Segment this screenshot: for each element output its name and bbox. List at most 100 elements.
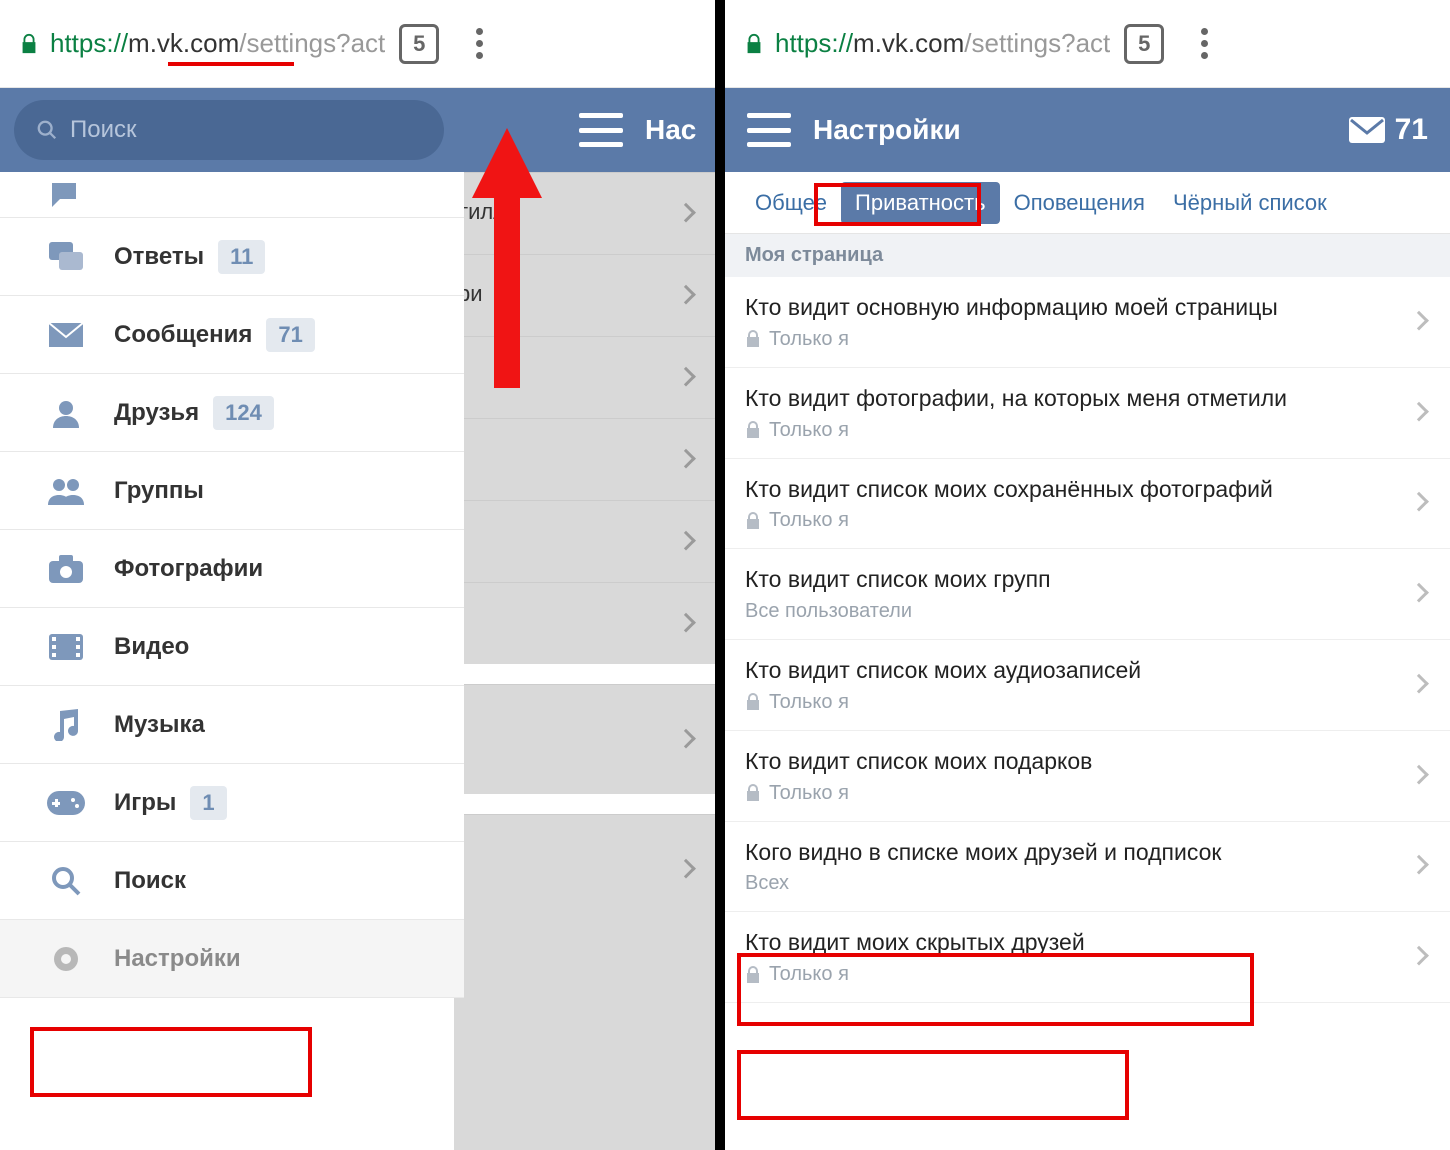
page-title-cut: Нас <box>645 114 715 146</box>
sidebar-item-search[interactable]: Поиск <box>0 842 464 920</box>
tab-general[interactable]: Общее <box>741 182 841 224</box>
sidebar-item-photos[interactable]: Фотографии <box>0 530 464 608</box>
privacy-item-title: Кого видно в списке моих друзей и подпис… <box>745 838 1390 867</box>
privacy-item[interactable]: Кто видит список моих аудиозаписей Только… <box>725 640 1450 731</box>
tab-count-button[interactable]: 5 <box>399 24 439 64</box>
privacy-item-title: Кто видит фотографии, на которых меня от… <box>745 384 1390 413</box>
sidebar-item-label: Настройки <box>114 945 241 973</box>
privacy-item[interactable]: Кто видит моих скрытых друзейТолько я <box>725 912 1450 1003</box>
privacy-item[interactable]: Кто видит основную информацию моей стран… <box>725 277 1450 368</box>
privacy-item[interactable]: Кто видит список моих подарков Только я <box>725 731 1450 822</box>
annotation-underline <box>168 62 294 66</box>
sidebar-item-label: Друзья <box>114 399 199 427</box>
message-counter[interactable]: 71 <box>1349 113 1428 147</box>
browser-menu-icon[interactable] <box>1184 28 1224 59</box>
chevron-right-icon <box>1409 855 1429 875</box>
menu-icon[interactable] <box>579 113 623 147</box>
sidebar-item-label: Ответы <box>114 243 204 271</box>
bg-row[interactable] <box>454 582 715 664</box>
privacy-list: Кто видит основную информацию моей стран… <box>725 277 1450 1003</box>
privacy-item-value: Только я <box>745 328 1390 351</box>
gamepad-icon <box>46 791 86 815</box>
browser-menu-icon[interactable] <box>459 28 499 59</box>
bg-row[interactable] <box>454 814 715 924</box>
sidebar-item-video[interactable]: Видео <box>0 608 464 686</box>
chevron-right-icon <box>1409 492 1429 512</box>
privacy-item-title: Кто видит список моих подарков <box>745 747 1390 776</box>
privacy-item[interactable]: Кого видно в списке моих друзей и подпис… <box>725 822 1450 913</box>
url-text[interactable]: https://m.vk.com/settings?act <box>50 28 385 59</box>
privacy-item-value: Всех <box>745 872 1390 895</box>
privacy-item-value: Только я <box>745 691 1390 714</box>
sidebar-item-replies[interactable]: Ответы 11 <box>0 218 464 296</box>
privacy-item[interactable]: Кто видит список моих сохранённых фотогр… <box>725 459 1450 550</box>
chevron-right-icon <box>1409 764 1429 784</box>
search-icon <box>36 119 58 141</box>
sidebar-item-label: Сообщения <box>114 321 252 349</box>
privacy-item[interactable]: Кто видит список моих группВсе пользоват… <box>725 549 1450 640</box>
chevron-right-icon <box>1409 401 1429 421</box>
count-badge: 1 <box>190 786 226 820</box>
sidebar-item-music[interactable]: Музыка <box>0 686 464 764</box>
menu-icon[interactable] <box>747 113 791 147</box>
vk-header: Настройки 71 <box>725 88 1450 172</box>
privacy-item-title: Кто видит основную информацию моей стран… <box>745 293 1390 322</box>
gear-icon <box>46 944 86 974</box>
bg-row[interactable] <box>454 684 715 794</box>
vk-header: Поиск Нас <box>0 88 715 172</box>
lock-icon <box>745 512 761 530</box>
sidebar-item-groups[interactable]: Группы <box>0 452 464 530</box>
lock-icon <box>745 784 761 802</box>
lock-icon <box>745 966 761 984</box>
bg-row[interactable] <box>454 500 715 582</box>
browser-addressbar: https://m.vk.com/settings?act 5 <box>0 0 715 88</box>
replies-icon <box>46 242 86 272</box>
chevron-right-icon <box>1409 674 1429 694</box>
sidebar-menu: Ответы 11 Сообщения 71 Друзья 124 Группы <box>0 172 464 998</box>
tab-count-button[interactable]: 5 <box>1124 24 1164 64</box>
tab-notifications[interactable]: Оповещения <box>1000 182 1159 224</box>
bg-row[interactable] <box>454 336 715 418</box>
privacy-item-value: Только я <box>745 419 1390 442</box>
sidebar-item-label: Игры <box>114 789 176 817</box>
sidebar-item-label: Музыка <box>114 711 205 739</box>
privacy-item[interactable]: Кто видит фотографии, на которых меня от… <box>725 368 1450 459</box>
search-input[interactable]: Поиск <box>14 100 444 160</box>
bubble-icon <box>46 181 86 209</box>
search-icon <box>46 866 86 896</box>
bg-row[interactable]: ри <box>454 254 715 336</box>
privacy-item-value: Только я <box>745 963 1390 986</box>
count-badge: 124 <box>213 396 274 430</box>
annotation-highlight-hidden-friends <box>737 1050 1129 1120</box>
tab-privacy[interactable]: Приватность <box>841 182 1000 224</box>
lock-icon <box>745 330 761 348</box>
bg-row[interactable]: тилл <box>454 172 715 254</box>
bg-row[interactable] <box>454 418 715 500</box>
sidebar-item-label: Поиск <box>114 867 186 895</box>
privacy-item-value: Только я <box>745 782 1390 805</box>
lock-icon <box>18 31 40 57</box>
sidebar-item-friends[interactable]: Друзья 124 <box>0 374 464 452</box>
chevron-right-icon <box>1409 946 1429 966</box>
sidebar-item-messages[interactable]: Сообщения 71 <box>0 296 464 374</box>
privacy-item-title: Кто видит список моих сохранённых фотогр… <box>745 475 1390 504</box>
sidebar-item-label: Фотографии <box>114 555 263 583</box>
film-icon <box>46 634 86 660</box>
privacy-item-value: Только я <box>745 509 1390 532</box>
tab-blacklist[interactable]: Чёрный список <box>1159 182 1341 224</box>
lock-icon <box>745 421 761 439</box>
message-count-value: 71 <box>1395 113 1428 147</box>
camera-icon <box>46 555 86 583</box>
page-title: Настройки <box>813 114 961 146</box>
lock-icon <box>743 31 765 57</box>
left-screenshot: https://m.vk.com/settings?act 5 Поиск На… <box>0 0 725 1150</box>
sidebar-item-settings[interactable]: Настройки <box>0 920 464 998</box>
music-icon <box>46 709 86 741</box>
url-text[interactable]: https://m.vk.com/settings?act <box>775 28 1110 59</box>
chevron-right-icon <box>1409 311 1429 331</box>
privacy-item-title: Кто видит список моих аудиозаписей <box>745 656 1390 685</box>
sidebar-item-top[interactable] <box>0 172 464 218</box>
sidebar-item-games[interactable]: Игры 1 <box>0 764 464 842</box>
lock-icon <box>745 693 761 711</box>
people-icon <box>46 477 86 505</box>
